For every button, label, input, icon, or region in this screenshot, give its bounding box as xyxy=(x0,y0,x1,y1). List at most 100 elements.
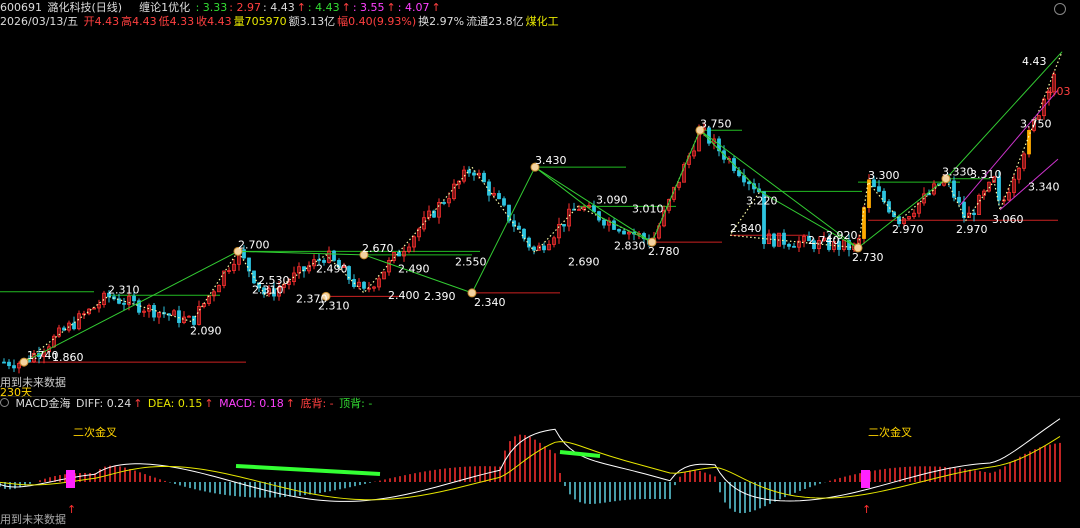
close-icon[interactable] xyxy=(1054,3,1066,15)
price-label-30: 3.330 xyxy=(942,166,974,179)
up-arrow-1: ↑ xyxy=(67,503,76,516)
indicator-value-5: ↑ xyxy=(341,1,351,14)
indicator-value-7: ↑ xyxy=(386,1,396,14)
candle-body xyxy=(247,257,251,272)
stat-value-8: 流通23.8亿 xyxy=(466,15,524,28)
indicator-value-2: : 4.43 xyxy=(263,1,295,14)
price-label-33: 3.060 xyxy=(992,213,1024,226)
candle-body xyxy=(7,361,11,367)
price-label-17: 2.690 xyxy=(568,256,600,269)
price-label-22: 3.750 xyxy=(700,117,732,130)
candle-body xyxy=(592,205,596,213)
stat-value-9: 煤化工 xyxy=(525,15,559,28)
price-label-21: 2.780 xyxy=(648,245,680,258)
price-label-27: 2.730 xyxy=(852,251,884,264)
price-label-8: 2.490 xyxy=(316,263,348,276)
candle-body xyxy=(2,361,6,364)
price-label-19: 2.830 xyxy=(614,239,646,252)
stat-value-4: 量705970 xyxy=(233,15,287,28)
bar-date: 2026/03/13/五 xyxy=(0,15,79,28)
indicator-value-3: ↑ xyxy=(296,1,306,14)
price-label-15: 2.340 xyxy=(474,296,506,309)
candle-body xyxy=(152,305,156,318)
indicator-value-4: : 4.43 xyxy=(307,1,340,14)
candle-body xyxy=(792,245,796,248)
price-label-23: 3.220 xyxy=(746,194,778,207)
candle-body xyxy=(532,246,536,251)
candle-body xyxy=(472,172,476,176)
indicator-value-0: : 3.33 xyxy=(195,1,228,14)
price-label-36: 4.03 xyxy=(1046,85,1071,98)
indicator-value-1: : 2.97 xyxy=(229,1,261,14)
price-label-35: 3.340 xyxy=(1028,181,1060,194)
candle-body xyxy=(362,281,366,289)
candle-body xyxy=(527,237,531,248)
price-label-9: 2.310 xyxy=(318,299,350,312)
candle-body xyxy=(497,193,501,200)
price-label-3: 2.090 xyxy=(190,325,222,338)
candle-body xyxy=(487,181,491,196)
divergence-mark-2 xyxy=(559,450,601,458)
price-label-11: 2.400 xyxy=(388,289,420,302)
price-label-1: 1.860 xyxy=(52,351,84,364)
price-label-6: 2.310 xyxy=(252,283,284,296)
candle-body xyxy=(877,186,881,192)
price-label-37: 4.43 xyxy=(1022,55,1047,68)
price-label-31: 2.970 xyxy=(956,223,988,236)
candle-body xyxy=(782,232,786,245)
price-label-14: 2.550 xyxy=(455,256,487,269)
zigzag-sub-line xyxy=(534,129,859,249)
candle-body xyxy=(957,196,961,203)
price-label-20: 3.010 xyxy=(632,203,664,216)
candle-body xyxy=(602,219,606,226)
indicator-name[interactable]: 缠论1优化 xyxy=(139,1,190,14)
price-label-13: 2.390 xyxy=(424,290,456,303)
divergence-mark-1 xyxy=(235,464,381,476)
candle-body xyxy=(332,250,336,261)
price-label-28: 3.300 xyxy=(868,169,900,182)
candle-body xyxy=(882,190,886,203)
price-label-2: 2.310 xyxy=(108,283,140,296)
golden-cross-box-1 xyxy=(66,470,75,488)
candle-body xyxy=(962,201,966,218)
candle-body xyxy=(317,259,321,262)
header-row-1: 600691 潞化科技(日线) 缠论1优化 : 3.33: 2.97: 4.43… xyxy=(0,1,445,14)
stock-code: 600691 xyxy=(0,1,42,14)
stat-value-7: 换2.97% xyxy=(418,15,465,28)
price-label-16: 3.430 xyxy=(535,154,567,167)
candle-body xyxy=(542,245,546,251)
candle-body xyxy=(522,228,526,239)
stat-value-1: 高4.43 xyxy=(121,15,157,28)
candle-body xyxy=(72,322,76,330)
price-label-34: 3.750 xyxy=(1020,117,1052,130)
stat-value-2: 低4.33 xyxy=(158,15,195,28)
price-label-24: 2.840 xyxy=(730,222,762,235)
golden-cross-box-2 xyxy=(861,470,870,488)
up-arrow-2: ↑ xyxy=(862,503,871,516)
stat-value-5: 额3.13亿 xyxy=(288,15,336,28)
price-label-10: 2.670 xyxy=(362,242,394,255)
price-label-12: 2.490 xyxy=(398,263,430,276)
price-label-4: 2.700 xyxy=(238,238,270,251)
candle-body xyxy=(442,202,446,204)
price-label-29: 2.970 xyxy=(892,223,924,236)
candle-body xyxy=(622,230,626,235)
candle-body xyxy=(612,220,616,230)
candle-body xyxy=(927,193,931,196)
candle-body xyxy=(972,212,976,216)
candle-body xyxy=(482,172,486,183)
stat-value-3: 收4.43 xyxy=(196,15,232,28)
stat-value-6: 幅0.40(9.93%) xyxy=(337,15,417,28)
price-label-18: 3.090 xyxy=(596,193,628,206)
stock-name: 潞化科技(日线) xyxy=(47,1,123,14)
candle-body xyxy=(177,310,181,323)
candle-body xyxy=(502,198,506,206)
candle-body xyxy=(887,201,891,213)
candle-body xyxy=(1027,129,1031,155)
indicator-value-6: : 3.55 xyxy=(352,1,385,14)
macd-chart[interactable]: ↑ ↑ xyxy=(0,396,1080,516)
candle-body xyxy=(397,252,401,257)
indicator-values: : 3.33: 2.97: 4.43 ↑: 4.43 ↑: 3.55 ↑: 4.07 ↑ xyxy=(196,1,443,14)
price-chart[interactable]: 1.7401.8602.3102.0902.7002.5302.3102.370… xyxy=(0,30,1080,392)
candle-body xyxy=(747,181,751,185)
